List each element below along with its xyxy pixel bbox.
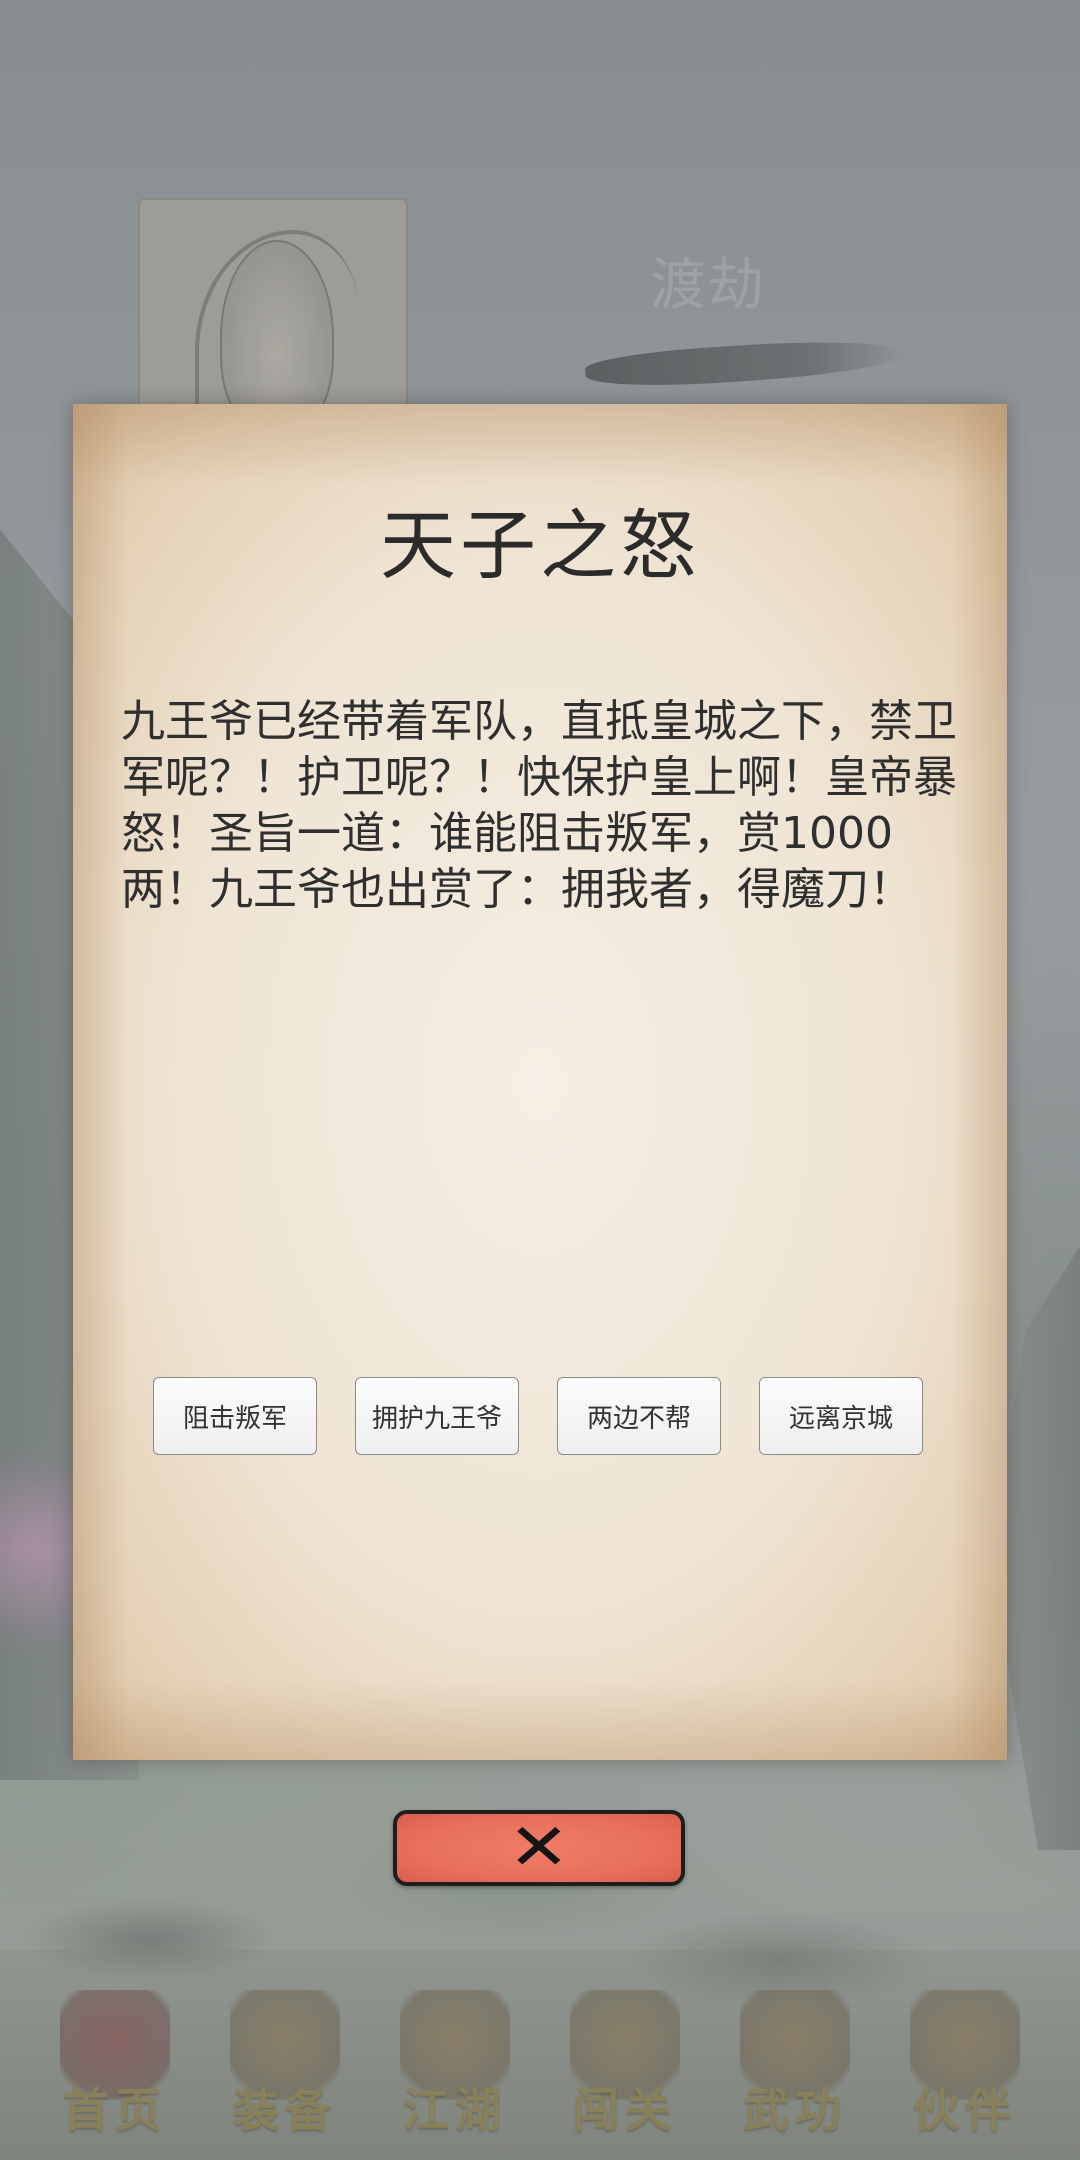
- dialog-title: 天子之怒: [380, 501, 700, 590]
- choice-buttons: 阻击叛军 拥护九王爷 两边不帮 远离京城: [153, 1377, 923, 1455]
- event-dialog: 天子之怒 九王爷已经带着军队，直抵皇城之下，禁卫军呢？！护卫呢？！快保护皇上啊！…: [73, 404, 1007, 1760]
- close-button[interactable]: ✕: [393, 1810, 685, 1886]
- choice-button-stay-neutral[interactable]: 两边不帮: [557, 1377, 721, 1455]
- choice-button-block-rebels[interactable]: 阻击叛军: [153, 1377, 317, 1455]
- close-icon: ✕: [508, 1811, 570, 1885]
- choice-button-leave-capital[interactable]: 远离京城: [759, 1377, 923, 1455]
- choice-button-support-prince[interactable]: 拥护九王爷: [355, 1377, 519, 1455]
- dialog-body-text: 九王爷已经带着军队，直抵皇城之下，禁卫军呢？！护卫呢？！快保护皇上啊！皇帝暴怒！…: [121, 696, 957, 915]
